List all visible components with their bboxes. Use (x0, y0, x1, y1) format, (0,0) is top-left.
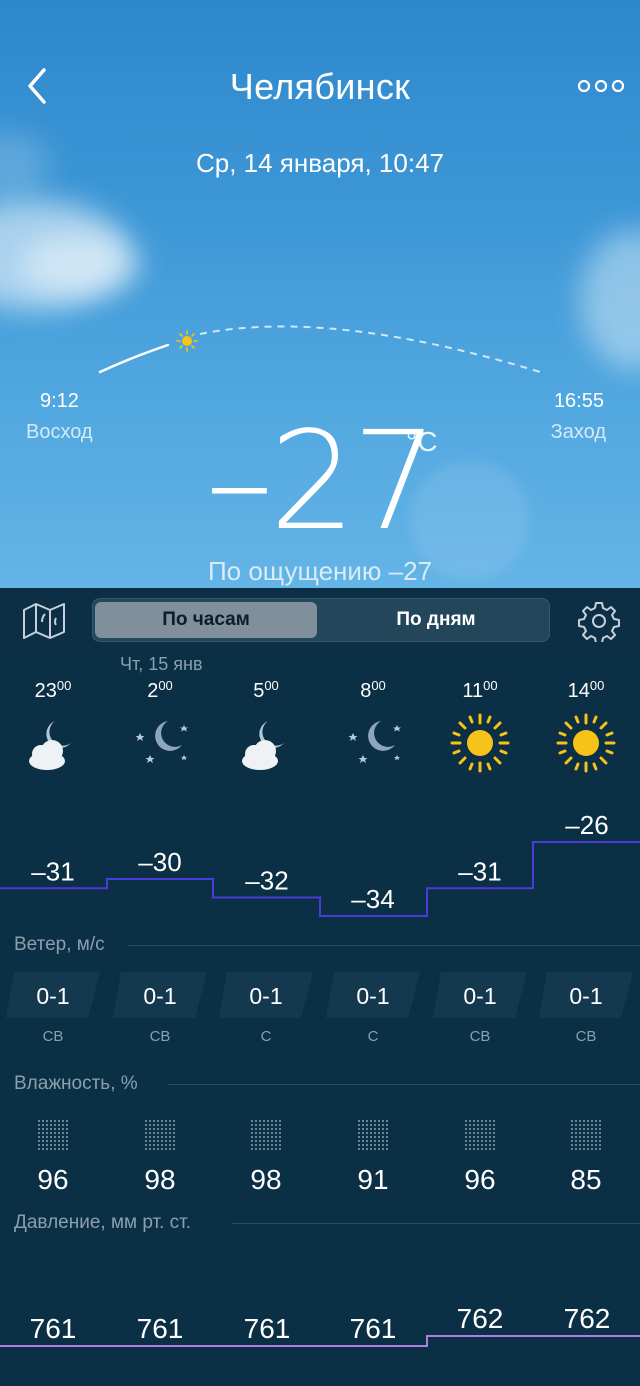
pressure-value: 762 (457, 1303, 504, 1334)
moon-stars-icon (348, 721, 401, 763)
gear-icon (578, 602, 620, 642)
hour-label: 500 (253, 678, 279, 702)
hour-label: 200 (147, 678, 173, 702)
wind-direction: С (367, 1028, 379, 1045)
sun-icon (556, 713, 616, 773)
feels-like: По ощущению –27 (207, 556, 433, 586)
pressure-value: 762 (564, 1303, 611, 1334)
hour-column: 800 (320, 678, 426, 775)
humidity-value: 98 (144, 1164, 176, 1195)
humidity-icon (251, 1120, 281, 1150)
pressure-line (0, 1335, 640, 1347)
temperature-value: –30 (138, 847, 181, 877)
wind-direction: СВ (149, 1028, 171, 1045)
temperature-value: –34 (351, 884, 394, 914)
humidity-value: 98 (250, 1164, 282, 1195)
moon-stars-icon (135, 721, 188, 763)
temperature-value: –32 (245, 866, 288, 896)
tab-hourly[interactable]: По часам (95, 602, 317, 638)
humidity-title: Влажность, % (14, 1073, 138, 1094)
temperature-value: –31 (458, 856, 501, 886)
map-button[interactable] (20, 600, 68, 640)
wind-speed: 0-1 (249, 983, 283, 1009)
humidity-icon (465, 1120, 495, 1150)
wind-speed: 0-1 (356, 983, 390, 1009)
humidity-value: 96 (37, 1164, 69, 1195)
hour-column: 1100 (427, 678, 533, 775)
wind-direction: СВ (42, 1028, 64, 1045)
wind-title: Ветер, м/с (14, 934, 105, 955)
hour-label: 2300 (34, 678, 72, 702)
current-temperature: –27 (205, 403, 438, 561)
hour-label: 1100 (462, 678, 498, 702)
temperature-value: –26 (565, 810, 608, 840)
wind-speed: 0-1 (569, 983, 603, 1009)
pressure-title: Давление, мм рт. ст. (14, 1212, 192, 1233)
pressure-value: 761 (350, 1313, 397, 1344)
humidity-icon (358, 1120, 388, 1150)
weather-hero: Челябинск Ср, 14 января, 10:47 9:12 Восх… (0, 0, 640, 588)
humidity-icon (571, 1120, 601, 1150)
wind-direction: СВ (469, 1028, 491, 1045)
temperature-value: –31 (31, 856, 74, 886)
humidity-value: 85 (570, 1164, 602, 1195)
hour-label: 1400 (567, 678, 605, 702)
sun-position-icon (176, 330, 198, 352)
hour-column: 200 (107, 678, 213, 775)
pressure-value: 761 (244, 1313, 291, 1344)
humidity-icon (145, 1120, 175, 1150)
more-button[interactable] (576, 74, 626, 98)
next-day-label: Чт, 15 янв (120, 654, 203, 674)
wind-direction: С (260, 1028, 272, 1045)
sun-path-arc (98, 325, 541, 374)
wind-direction: СВ (575, 1028, 597, 1045)
forecast-toolbar: По часам По дням (0, 588, 640, 652)
humidity-icon (38, 1120, 68, 1150)
temperature-step-chart: –31 –30 –32 –34 –31 –26 (0, 810, 640, 917)
wind-speed: 0-1 (463, 983, 497, 1009)
wind-speed: 0-1 (143, 983, 177, 1009)
humidity-value: 91 (357, 1164, 389, 1195)
more-dots-icon (577, 79, 625, 93)
wind-speed: 0-1 (36, 983, 70, 1009)
settings-button[interactable] (578, 600, 620, 642)
hour-column: 1400 (533, 678, 639, 775)
hour-column: 500 (213, 678, 319, 775)
city-title: Челябинск (229, 66, 411, 107)
cloud-moon-icon (242, 721, 284, 770)
temperature-unit: °C (406, 426, 438, 457)
temperature-line (0, 841, 640, 917)
current-datetime: Ср, 14 января, 10:47 (195, 148, 444, 178)
sunrise-time: 9:12 (40, 390, 79, 412)
sunset-time: 16:55 (553, 390, 604, 412)
humidity-value: 96 (464, 1164, 496, 1195)
pressure-value: 761 (137, 1313, 184, 1344)
pressure-value: 761 (30, 1313, 77, 1344)
map-icon (23, 603, 65, 639)
forecast-mode-toggle: По часам По дням (92, 598, 550, 642)
cloud-moon-icon (29, 721, 71, 770)
sun-icon (450, 713, 510, 773)
pressure-step-chart: 761 761 761 761 762 762 (0, 1303, 640, 1347)
hour-label: 800 (360, 678, 386, 702)
hour-column: 2300 (0, 678, 106, 775)
tab-daily[interactable]: По дням (325, 602, 547, 638)
